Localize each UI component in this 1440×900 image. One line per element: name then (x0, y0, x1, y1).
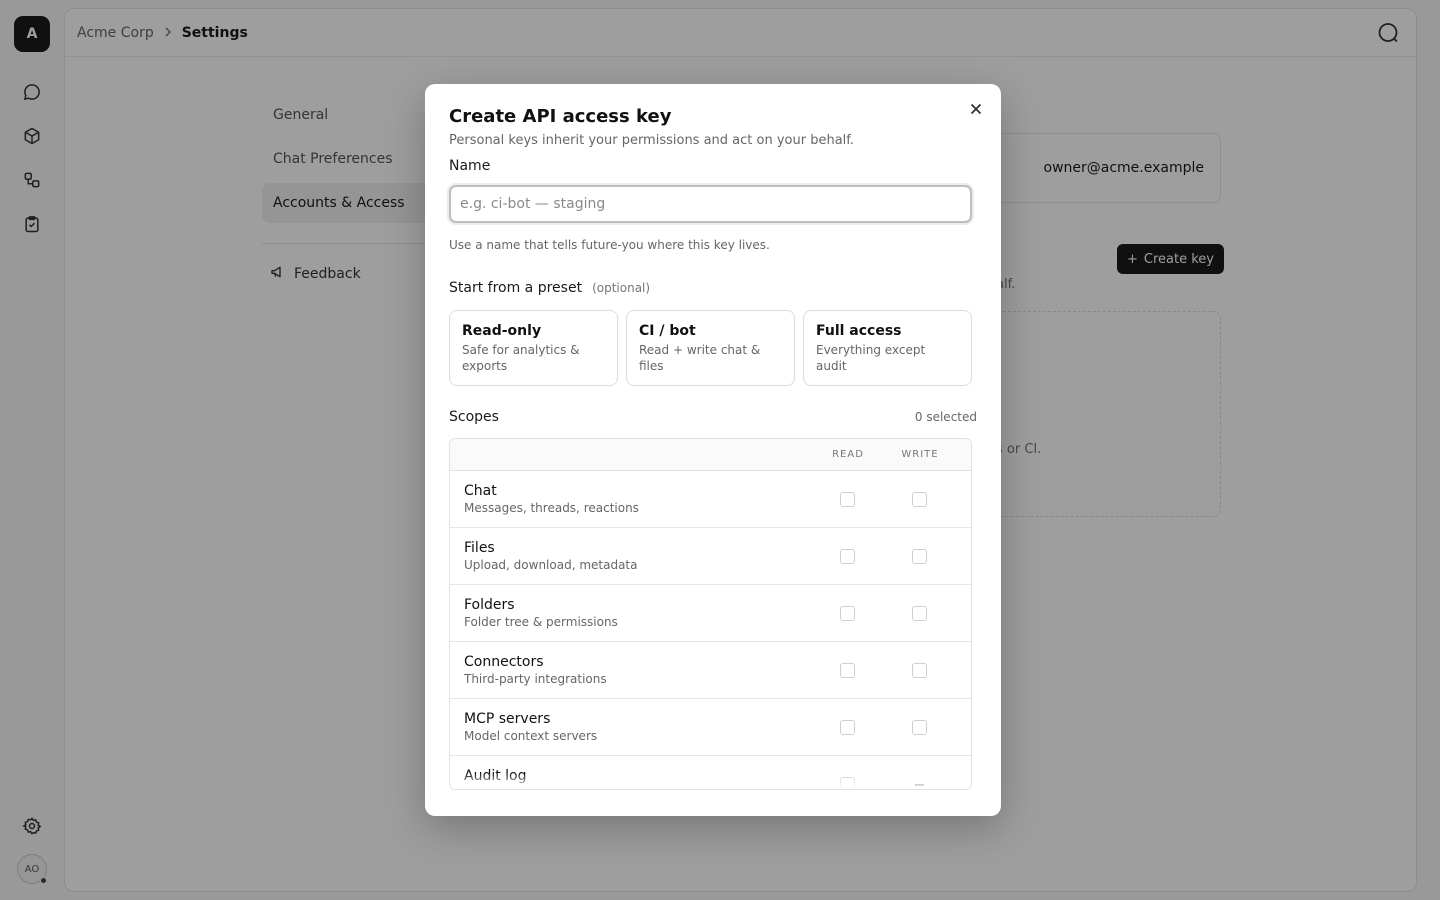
folders-write-checkbox[interactable] (912, 606, 927, 621)
scope-desc: Messages, threads, reactions (464, 501, 639, 515)
connectors-read-checkbox[interactable] (840, 663, 855, 678)
mcp-servers-write-checkbox[interactable] (912, 720, 927, 735)
key-name-input[interactable] (449, 185, 972, 223)
scope-name: Folders (464, 597, 515, 613)
preset-optional: (optional) (592, 281, 651, 295)
scope-row-files: Files Upload, download, metadata (450, 528, 971, 585)
preset-read-only[interactable]: Read-only Safe for analytics & exports (449, 310, 618, 386)
scope-row-mcp-servers: MCP servers Model context servers (450, 699, 971, 756)
chat-write-checkbox[interactable] (912, 492, 927, 507)
preset-full-access[interactable]: Full access Everything except audit (803, 310, 972, 386)
scope-row-chat: Chat Messages, threads, reactions (450, 471, 971, 528)
preset-desc: Everything except audit (816, 342, 926, 373)
dialog-subtitle: Personal keys inherit your permissions a… (449, 133, 855, 148)
scope-desc: Upload, download, metadata (464, 558, 638, 572)
preset-ci-bot[interactable]: CI / bot Read + write chat & files (626, 310, 795, 386)
scope-name: Chat (464, 483, 497, 499)
scroll-fade (450, 773, 971, 789)
close-icon[interactable] (967, 100, 985, 118)
preset-desc: Read + write chat & files (639, 342, 761, 373)
scope-row-connectors: Connectors Third-party integrations (450, 642, 971, 699)
scope-name: Files (464, 540, 495, 556)
scopes-label: Scopes (449, 409, 499, 425)
preset-options: Read-only Safe for analytics & exports C… (449, 310, 977, 386)
mcp-servers-read-checkbox[interactable] (840, 720, 855, 735)
preset-desc: Safe for analytics & exports (462, 342, 580, 373)
scopes-table[interactable]: READ WRITE Chat Messages, threads, react… (449, 438, 972, 790)
create-api-key-dialog: Create API access key Personal keys inhe… (425, 84, 1001, 816)
preset-header: Start from a preset (optional) (449, 280, 977, 296)
scopes-table-header: READ WRITE (450, 439, 971, 471)
connectors-write-checkbox[interactable] (912, 663, 927, 678)
files-read-checkbox[interactable] (840, 549, 855, 564)
preset-title: CI / bot (639, 322, 696, 339)
preset-title: Full access (816, 322, 902, 339)
preset-label: Start from a preset (449, 280, 583, 296)
name-hint: Use a name that tells future-you where t… (449, 238, 770, 252)
scope-desc: Folder tree & permissions (464, 615, 618, 629)
folders-read-checkbox[interactable] (840, 606, 855, 621)
scope-row-folders: Folders Folder tree & permissions (450, 585, 971, 642)
scopes-header: Scopes 0 selected (449, 409, 977, 425)
scope-name: Connectors (464, 654, 544, 670)
scope-name: MCP servers (464, 711, 551, 727)
chat-read-checkbox[interactable] (840, 492, 855, 507)
scopes-selected-count: 0 selected (914, 410, 977, 424)
column-read: READ (832, 449, 864, 460)
preset-title: Read-only (462, 322, 542, 339)
scope-desc: Third-party integrations (464, 672, 607, 686)
column-write: WRITE (901, 449, 939, 460)
dialog-title: Create API access key (449, 106, 672, 127)
scope-desc: Model context servers (464, 729, 598, 743)
name-label: Name (449, 158, 491, 174)
files-write-checkbox[interactable] (912, 549, 927, 564)
